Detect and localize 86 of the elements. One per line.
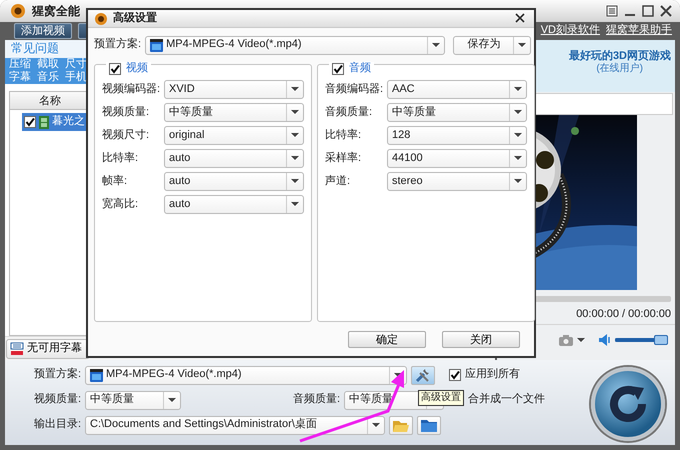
caret-icon [518,43,526,47]
field-label: 宽高比: [102,198,140,211]
field-label: 视频质量: [102,106,150,119]
app-logo-icon [10,3,26,19]
field-label: 输出目录: [32,418,81,432]
setting-dropdown[interactable]: 中等质量 [164,102,304,122]
field-label: 视频编码器: [102,82,162,96]
output-dir-field[interactable]: C:\Documents and Settings\Administrator\桌面 [85,416,385,434]
caret-icon [291,179,299,184]
subtitle-button[interactable]: 无可用字幕 [6,338,90,358]
advanced-settings-button[interactable] [411,366,435,384]
setting-dropdown[interactable]: XVID [164,80,304,99]
checkbox-label: 合并成一个文件 [468,393,546,407]
video-file-icon [90,368,103,382]
group-title: 视频 [126,62,148,76]
ad-subtitle: (在线用户) [596,63,643,76]
field-label: 音频质量: [325,106,374,119]
caret-icon[interactable] [577,338,585,342]
menu-icon[interactable] [606,5,618,17]
folder-icon [421,418,437,432]
app-logo-icon [94,12,108,26]
caret-icon [514,133,522,138]
close-icon [514,12,526,24]
add-video-button[interactable]: 添加视频 [14,23,72,39]
setting-dropdown[interactable]: 44100 [387,148,527,168]
file-checkbox[interactable] [24,116,36,128]
field-label: 帧率: [102,174,128,188]
checkbox-label: 应用到所有 [465,368,520,382]
caret-icon [291,87,299,92]
tools-icon [415,367,431,383]
ok-button[interactable]: 确定 [348,331,426,348]
caret-icon [432,43,440,47]
field-label: 音频质量: [293,393,340,407]
toolbar-link[interactable]: VD刻录软件 [540,24,600,38]
preset-dropdown[interactable]: MP4-MPEG-4 Video(*.mp4) [145,36,446,54]
setting-dropdown[interactable]: AAC [387,80,527,99]
toolbar-link[interactable]: 猩窝苹果助手 [606,24,672,38]
setting-dropdown[interactable]: stereo [387,172,527,191]
caret-icon [514,156,522,160]
field-label: 音频编码器: [325,82,384,96]
folder-open-icon [393,418,409,432]
volume-thumb[interactable] [654,334,668,344]
time-display: 00:00:00 / 00:00:00 [575,308,672,322]
dialog-title: 高级设置 [113,12,157,26]
field-label: 比特率: [325,128,362,142]
setting-dropdown[interactable]: original [164,126,304,145]
field-label: 声道: [325,174,352,188]
group-checkbox[interactable] [332,63,344,75]
ad-title: 最好玩的3D网页游戏 [568,50,671,62]
video-quality-dropdown[interactable]: 中等质量 [85,390,181,410]
save-as-button[interactable]: 保存为 [453,36,532,54]
caret-icon [291,110,299,114]
field-label: 比特率: [102,152,140,165]
maximize-icon[interactable] [642,5,654,17]
caret-icon [514,87,522,92]
caret-icon [291,156,299,160]
video-file-icon [150,38,164,52]
field-label: 预置方案: [94,38,142,52]
group-checkbox[interactable] [109,63,121,75]
field-label: 视频尺寸: [102,128,150,142]
subtitle-icon [10,342,24,356]
setting-dropdown[interactable]: 128 [387,126,527,145]
group-title: 音频 [349,62,371,76]
caret-icon [291,202,299,206]
window-title: 猩窝全能 [32,4,80,18]
field-label: 预置方案: [32,368,81,382]
close-button[interactable]: 关闭 [442,331,520,348]
setting-dropdown[interactable]: auto [164,194,304,214]
tooltip: 高级设置 [418,390,464,406]
field-label: 视频质量: [32,393,81,407]
setting-dropdown[interactable]: auto [164,148,304,168]
caret-icon [372,423,380,427]
setting-dropdown[interactable]: 中等质量 [387,102,527,122]
apply-all-checkbox[interactable] [449,369,461,381]
browse-folder-button[interactable] [417,416,441,434]
setting-dropdown[interactable]: auto [164,172,304,191]
speaker-icon[interactable] [599,334,611,346]
caret-icon [514,179,522,184]
caret-icon [514,110,522,114]
caret-icon [168,398,176,402]
preset-dropdown[interactable]: MP4-MPEG-4 Video(*.mp4) [85,366,407,384]
convert-button[interactable] [591,366,665,440]
film-icon [39,116,49,128]
close-icon[interactable] [660,5,672,17]
caret-icon [291,133,299,138]
field-label: 采样率: [325,152,362,165]
